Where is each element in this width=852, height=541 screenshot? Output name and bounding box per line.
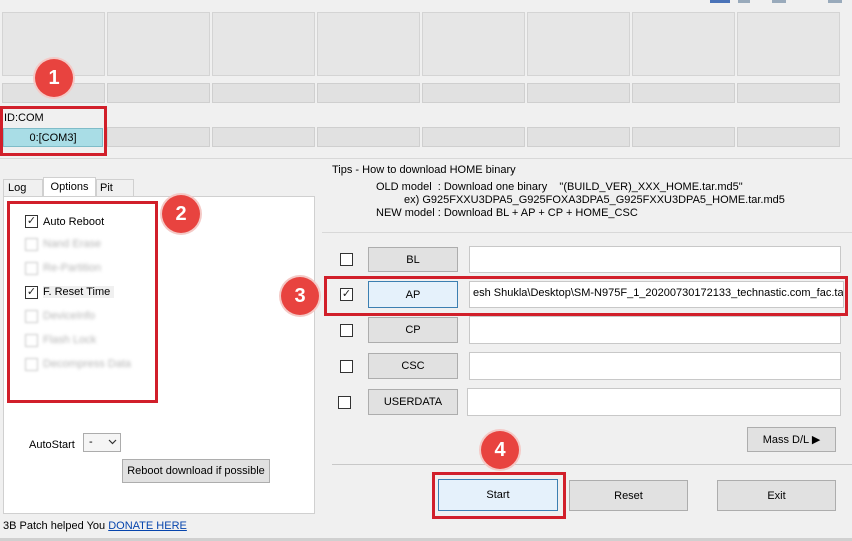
port-cell [107,12,210,76]
tab-options[interactable]: Options [43,177,96,198]
com-slot [212,127,315,147]
autostart-label: AutoStart [29,439,75,451]
exit-button-label: Exit [767,489,786,502]
com-slot [527,127,630,147]
tab-log-label: Log [8,182,27,194]
port-cell [317,12,420,76]
actions-divider [332,464,852,465]
csc-button-label: CSC [401,360,425,372]
csc-checkbox[interactable] [340,360,353,373]
window-control-mark [738,0,750,3]
mass-dl-label: Mass D/L ▶ [762,434,821,446]
port-progress [737,83,840,103]
csc-button[interactable]: CSC [368,353,458,379]
port-progress [527,83,630,103]
com-slot [107,127,210,147]
donate-link[interactable]: DONATE HERE [108,520,187,532]
port-progress [632,83,735,103]
divider [0,158,852,159]
com-slot [737,127,840,147]
csc-path-field[interactable] [469,352,841,380]
cp-button-label: CP [405,324,421,336]
window-control-mark [772,0,786,3]
com-slot [422,127,525,147]
bl-button-label: BL [406,253,420,266]
port-progress [212,83,315,103]
annotation-box-4 [432,472,566,519]
port-cell [422,12,525,76]
window-control-mark [828,0,842,3]
reset-button-label: Reset [614,489,643,502]
tab-options-label: Options [50,181,89,193]
annotation-box-1 [0,106,107,156]
footer-text: 3B Patch helped You DONATE HERE [3,520,187,532]
exit-button[interactable]: Exit [717,480,836,511]
port-progress [422,83,525,103]
window-control-mark [710,0,730,3]
com-slot [632,127,735,147]
tips-line-old: OLD model : Download one binary "(BUILD_… [376,181,743,193]
window-controls [700,0,852,6]
userdata-checkbox[interactable] [338,396,351,409]
userdata-button[interactable]: USERDATA [368,389,458,415]
com-slot [317,127,420,147]
annotation-box-3 [324,276,848,316]
annotation-box-2 [7,201,158,403]
cp-button[interactable]: CP [368,317,458,343]
bl-path-field[interactable] [469,246,841,273]
userdata-button-label: USERDATA [383,396,443,408]
port-progress [317,83,420,103]
autostart-value: - [89,436,93,448]
chevron-down-icon [108,439,117,445]
cp-path-field[interactable] [469,316,841,344]
bl-button[interactable]: BL [368,247,458,272]
userdata-path-field[interactable] [467,388,841,416]
reboot-download-button[interactable]: Reboot download if possible [122,459,270,483]
footer-credit: 3B Patch helped You [3,520,106,532]
port-cell [632,12,735,76]
autostart-select[interactable]: - [83,433,121,452]
tab-pit[interactable]: Pit [96,179,134,196]
annotation-badge-3: 3 [281,277,319,315]
reboot-download-label: Reboot download if possible [127,465,265,477]
tips-line-example: ex) G925FXXU3DPA5_G925FOXA3DPA5_G925FXXU… [404,194,785,206]
port-cell [212,12,315,76]
annotation-badge-2: 2 [162,195,200,233]
tips-line-new: NEW model : Download BL + AP + CP + HOME… [376,207,638,219]
annotation-badge-4: 4 [481,431,519,469]
port-progress [107,83,210,103]
tab-log[interactable]: Log [3,179,43,196]
annotation-badge-1: 1 [35,59,73,97]
bl-checkbox[interactable] [340,253,353,266]
cp-checkbox[interactable] [340,324,353,337]
mass-dl-button[interactable]: Mass D/L ▶ [747,427,836,452]
port-cell [737,12,840,76]
port-cell [527,12,630,76]
tab-pit-label: Pit [100,182,113,194]
reset-button[interactable]: Reset [569,480,688,511]
